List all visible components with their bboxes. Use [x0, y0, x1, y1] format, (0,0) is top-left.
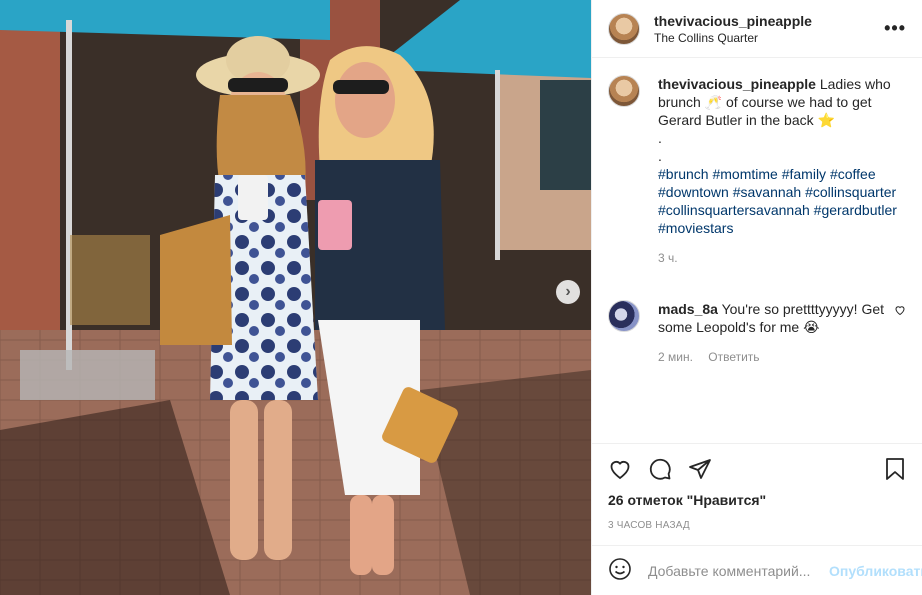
- post-location[interactable]: The Collins Quarter: [654, 31, 884, 45]
- comment-time[interactable]: 2 мин.: [658, 350, 693, 364]
- reply-button[interactable]: Ответить: [708, 350, 759, 364]
- post-timestamp[interactable]: 3 часов назад: [608, 520, 906, 531]
- post-modal: › thevivacious_pineapple The Collins Qua…: [0, 0, 922, 595]
- publish-button[interactable]: Опубликовать: [829, 563, 922, 579]
- comment-input[interactable]: [648, 562, 829, 579]
- post-photo[interactable]: ›: [0, 0, 591, 595]
- author-avatar[interactable]: [608, 12, 640, 45]
- caption-avatar[interactable]: [608, 75, 640, 107]
- post-side-panel: thevivacious_pineapple The Collins Quart…: [591, 0, 922, 595]
- caption-dot-2: .: [658, 148, 662, 164]
- more-options-icon[interactable]: •••: [884, 18, 906, 39]
- likes-count[interactable]: 26 отметок "Нравится": [608, 492, 906, 508]
- bookmark-icon[interactable]: [884, 457, 906, 481]
- author-info: thevivacious_pineapple The Collins Quart…: [654, 13, 884, 45]
- comment-body: mads_8a You're so prettttyyyyy! Get some…: [658, 300, 888, 366]
- comment-icon[interactable]: [648, 457, 672, 481]
- caption-dot-1: .: [658, 130, 662, 146]
- like-comment-heart-icon[interactable]: [894, 304, 906, 319]
- comment-item: mads_8a You're so prettttyyyyy! Get some…: [608, 300, 906, 366]
- caption-body: thevivacious_pineapple Ladies who brunch…: [658, 75, 898, 267]
- comment-meta: 2 мин. Ответить: [658, 348, 888, 366]
- comments-section: thevivacious_pineapple Ladies who brunch…: [592, 59, 922, 443]
- commenter-username[interactable]: mads_8a: [658, 301, 718, 317]
- post-header: thevivacious_pineapple The Collins Quart…: [592, 0, 922, 58]
- caption-username[interactable]: thevivacious_pineapple: [658, 76, 816, 92]
- caption-comment: thevivacious_pineapple Ladies who brunch…: [608, 75, 906, 267]
- chevron-right-icon: ›: [565, 283, 571, 300]
- photo-illustration: [0, 0, 591, 595]
- heart-icon[interactable]: [608, 457, 632, 481]
- author-username[interactable]: thevivacious_pineapple: [654, 13, 884, 29]
- share-icon[interactable]: [688, 457, 712, 481]
- next-photo-button[interactable]: ›: [556, 280, 580, 304]
- emoji-icon[interactable]: [608, 557, 632, 584]
- caption-time[interactable]: 3 ч.: [658, 251, 678, 265]
- post-actions: 26 отметок "Нравится" 3 часов назад: [592, 443, 922, 531]
- caption-hashtags[interactable]: #brunch #momtime #family #coffee #downto…: [658, 165, 898, 237]
- commenter-avatar[interactable]: [608, 300, 640, 332]
- action-icons: [608, 456, 906, 482]
- caption-meta: 3 ч.: [658, 249, 898, 267]
- add-comment-bar: Опубликовать: [592, 545, 922, 595]
